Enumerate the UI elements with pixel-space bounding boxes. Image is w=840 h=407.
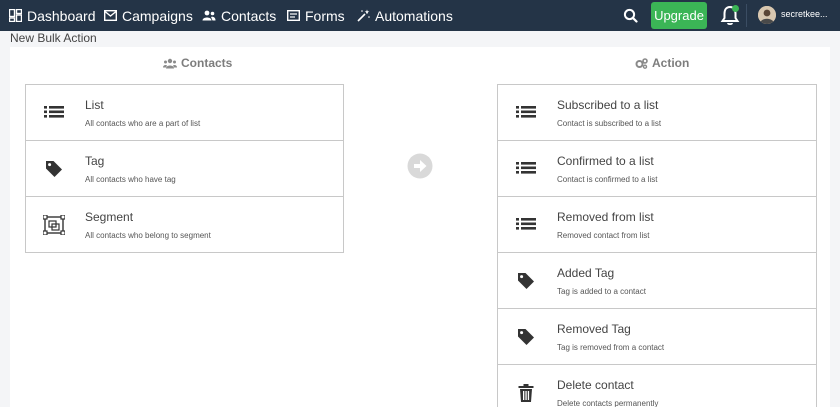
- source-card-description: All contacts who are a part of list: [85, 119, 201, 128]
- dashboard-icon: [9, 9, 22, 22]
- action-card-description: Tag is removed from a contact: [557, 343, 665, 352]
- avatar[interactable]: [758, 6, 776, 24]
- nav-contacts[interactable]: Contacts: [202, 0, 276, 31]
- action-card-description: Tag is added to a contact: [557, 287, 646, 296]
- tag-icon: [515, 271, 537, 291]
- action-list: Subscribed to a list Contact is subscrib…: [497, 84, 817, 407]
- action-card-description: Contact is confirmed to a list: [557, 175, 658, 184]
- search-icon[interactable]: [621, 6, 641, 26]
- source-card-description: All contacts who belong to segment: [85, 231, 211, 240]
- action-card-title: Subscribed to a list: [557, 98, 659, 112]
- source-card-title: Segment: [85, 210, 134, 224]
- envelope-icon: [104, 10, 117, 21]
- action-card-title: Removed Tag: [557, 322, 631, 336]
- nav-automations[interactable]: Automations: [357, 0, 453, 31]
- nav-forms-label: Forms: [305, 7, 345, 24]
- source-card-description: All contacts who have tag: [85, 175, 176, 184]
- nav-campaigns[interactable]: Campaigns: [104, 0, 193, 31]
- nav-divider: [746, 4, 747, 27]
- action-card-description: Contact is subscribed to a list: [557, 119, 662, 128]
- contacts-source-list: List All contacts who are a part of list…: [25, 84, 344, 253]
- notification-dot: [732, 5, 739, 12]
- source-card-title: List: [85, 98, 104, 112]
- action-card-title: Delete contact: [557, 378, 634, 392]
- arrow-right-circle-icon: [407, 153, 433, 179]
- action-card-title: Removed from list: [557, 210, 654, 224]
- form-icon: [287, 10, 300, 21]
- nav-forms[interactable]: Forms: [287, 0, 345, 31]
- contacts-heading-label: Contacts: [181, 56, 233, 70]
- action-card-removed-tag[interactable]: Removed Tag Tag is removed from a contac…: [498, 309, 816, 365]
- magic-wand-icon: [357, 9, 370, 22]
- source-card-segment[interactable]: Segment All contacts who belong to segme…: [26, 197, 343, 253]
- list-icon: [515, 159, 537, 179]
- list-icon: [43, 103, 65, 123]
- action-card-added-tag[interactable]: Added Tag Tag is added to a contact: [498, 253, 816, 309]
- tag-icon: [515, 327, 537, 347]
- source-card-list[interactable]: List All contacts who are a part of list: [26, 85, 343, 141]
- trash-icon: [515, 383, 537, 403]
- tag-icon: [43, 159, 65, 179]
- nav-campaigns-label: Campaigns: [122, 7, 193, 24]
- page-title: New Bulk Action: [10, 31, 97, 45]
- list-icon: [515, 103, 537, 123]
- nav-dashboard[interactable]: Dashboard: [9, 0, 96, 31]
- user-avatar-icon: [758, 6, 776, 24]
- segment-icon: [43, 215, 65, 235]
- action-card-title: Confirmed to a list: [557, 154, 654, 168]
- action-card-removed-from-list[interactable]: Removed from list Removed contact from l…: [498, 197, 816, 253]
- source-card-title: Tag: [85, 154, 105, 168]
- action-heading: Action: [635, 56, 689, 70]
- top-navbar: Dashboard Campaigns Contacts Forms Autom…: [0, 0, 840, 31]
- action-card-subscribed[interactable]: Subscribed to a list Contact is subscrib…: [498, 85, 816, 141]
- user-name[interactable]: secretkee...: [781, 9, 828, 19]
- action-heading-label: Action: [652, 56, 690, 70]
- nav-contacts-label: Contacts: [221, 7, 277, 24]
- nav-automations-label: Automations: [375, 7, 453, 24]
- gears-icon: [635, 57, 648, 69]
- action-card-title: Added Tag: [557, 266, 615, 280]
- upgrade-button[interactable]: Upgrade: [651, 2, 707, 29]
- contacts-heading: Contacts: [163, 56, 232, 70]
- nav-dashboard-label: Dashboard: [27, 7, 96, 24]
- action-card-confirmed[interactable]: Confirmed to a list Contact is confirmed…: [498, 141, 816, 197]
- action-card-delete-contact[interactable]: Delete contact Delete contacts permanent…: [498, 365, 816, 407]
- list-icon: [515, 215, 537, 235]
- users-icon: [202, 10, 216, 21]
- users-icon: [163, 58, 177, 68]
- action-card-description: Removed contact from list: [557, 231, 650, 240]
- source-card-tag[interactable]: Tag All contacts who have tag: [26, 141, 343, 197]
- action-card-description: Delete contacts permanently: [557, 399, 659, 407]
